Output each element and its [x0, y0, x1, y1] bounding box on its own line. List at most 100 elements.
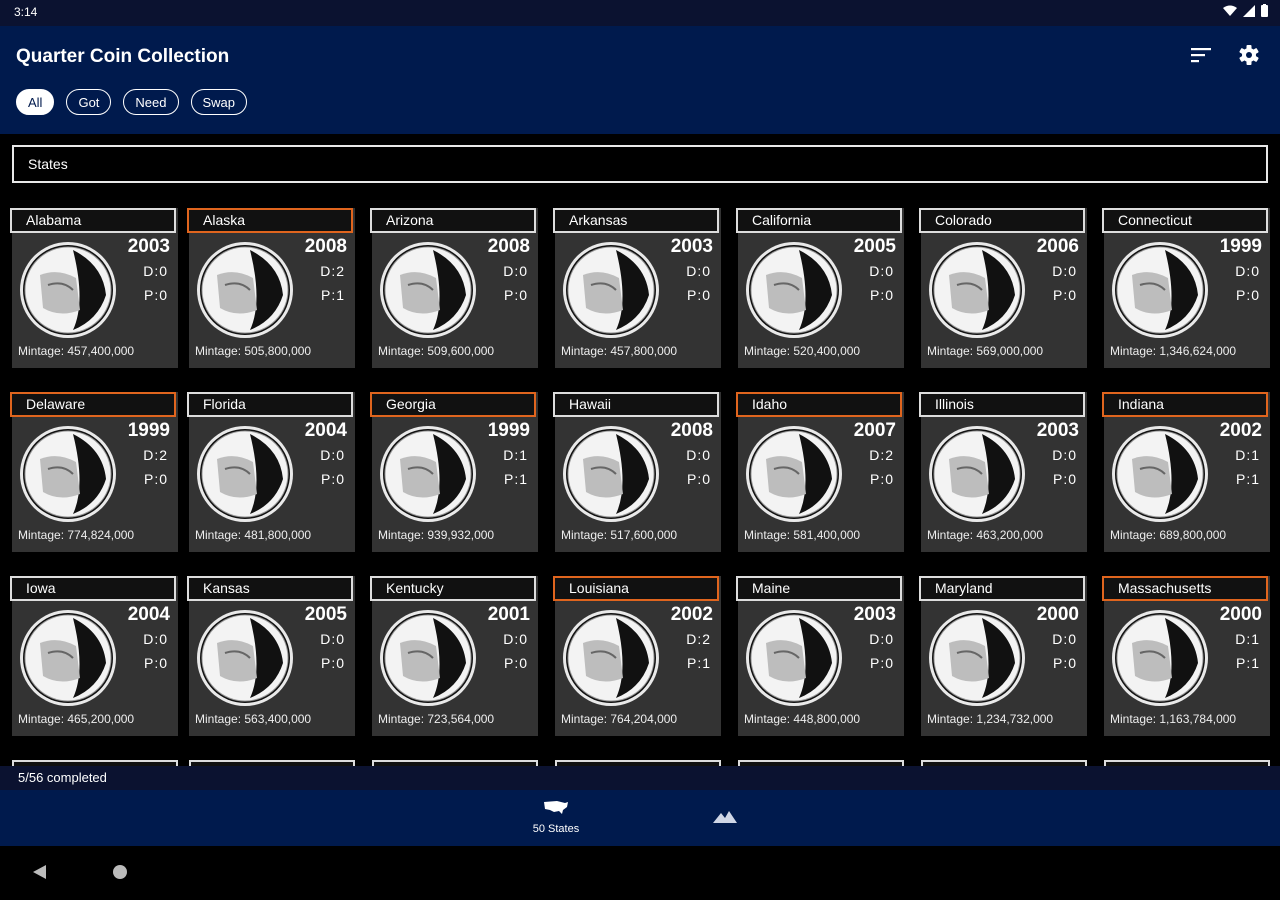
quarter-coin-icon	[1112, 242, 1208, 338]
coin-card[interactable]: California 2005 D:0 P:0 Mintage: 520,400,000	[736, 208, 904, 368]
coin-card[interactable]: Colorado 2006 D:0 P:0 Mintage: 569,000,000	[919, 208, 1087, 368]
signal-icon	[1243, 4, 1255, 17]
coin-card[interactable]: Iowa 2004 D:0 P:0 Mintage: 465,200,000	[10, 576, 178, 736]
mintage-text: Mintage: 1,234,732,000	[927, 712, 1054, 726]
coin-name: Maryland	[919, 576, 1085, 601]
nav-label-50-states: 50 States	[532, 823, 580, 835]
denver-count: D:1	[1235, 447, 1260, 463]
quarter-coin-icon	[563, 242, 659, 338]
coin-card[interactable]: Alabama 2003 D:0 P:0 Mintage: 457,400,000	[10, 208, 178, 368]
filter-chip-swap[interactable]: Swap	[190, 89, 248, 115]
nav-item-mountains[interactable]	[712, 810, 738, 829]
philadelphia-count: P:0	[143, 471, 168, 487]
coin-name: Georgia	[370, 392, 536, 417]
filter-chip-got[interactable]: Got	[66, 89, 112, 115]
coin-card[interactable]: Indiana 2002 D:1 P:1 Mintage: 689,800,000	[1102, 392, 1270, 552]
home-circle-icon[interactable]	[112, 864, 128, 880]
denver-count: D:0	[143, 631, 168, 647]
mintage-text: Mintage: 569,000,000	[927, 344, 1044, 358]
coin-year: 2005	[853, 236, 896, 257]
mintage-text: Mintage: 520,400,000	[744, 344, 861, 358]
filter-chip-need[interactable]: Need	[123, 89, 179, 115]
coin-card[interactable]: Kansas 2005 D:0 P:0 Mintage: 563,400,000	[187, 576, 355, 736]
coin-card[interactable]: Maine 2003 D:0 P:0 Mintage: 448,800,000	[736, 576, 904, 736]
coin-name: Iowa	[10, 576, 176, 601]
filter-chip-all[interactable]: All	[16, 89, 55, 115]
quarter-coin-icon	[20, 242, 116, 338]
coin-name: Arkansas	[553, 208, 719, 233]
coin-year: 2003	[670, 236, 713, 257]
quarter-coin-icon	[929, 242, 1025, 338]
coin-name: Maine	[736, 576, 902, 601]
app-bar: Quarter Coin Collection All Got Need Swa…	[0, 26, 1280, 134]
coin-year: 2004	[127, 604, 170, 625]
quarter-coin-icon	[197, 426, 293, 522]
mintage-text: Mintage: 457,400,000	[18, 344, 135, 358]
coin-name: Florida	[187, 392, 353, 417]
quarter-coin-icon	[20, 610, 116, 706]
quarter-coin-icon	[929, 610, 1025, 706]
philadelphia-count: P:1	[686, 655, 711, 671]
coin-name: Indiana	[1102, 392, 1268, 417]
philadelphia-count: P:0	[686, 471, 711, 487]
quarter-coin-icon	[1112, 610, 1208, 706]
sort-icon[interactable]	[1190, 44, 1212, 66]
coin-year: 2001	[487, 604, 530, 625]
coin-card[interactable]: Alaska 2008 D:2 P:1 Mintage: 505,800,000	[187, 208, 355, 368]
mintage-text: Mintage: 481,800,000	[195, 528, 312, 542]
philadelphia-count: P:0	[503, 287, 528, 303]
section-header[interactable]: States	[12, 145, 1268, 183]
bottom-nav: 50 States	[0, 790, 1280, 846]
coin-card[interactable]: Georgia 1999 D:1 P:1 Mintage: 939,932,000	[370, 392, 538, 552]
coin-card[interactable]: Hawaii 2008 D:0 P:0 Mintage: 517,600,000	[553, 392, 721, 552]
system-icons	[1223, 4, 1268, 17]
coin-card[interactable]: Connecticut 1999 D:0 P:0 Mintage: 1,346,624,…	[1102, 208, 1270, 368]
mintage-text: Mintage: 563,400,000	[195, 712, 312, 726]
coin-card[interactable]: Florida 2004 D:0 P:0 Mintage: 481,800,000	[187, 392, 355, 552]
quarter-coin-icon	[929, 426, 1025, 522]
denver-count: D:2	[320, 263, 345, 279]
coin-card[interactable]: Arkansas 2003 D:0 P:0 Mintage: 457,800,000	[553, 208, 721, 368]
coin-year: 2005	[304, 604, 347, 625]
philadelphia-count: P:0	[1052, 287, 1077, 303]
philadelphia-count: P:0	[1052, 655, 1077, 671]
mintage-text: Mintage: 774,824,000	[18, 528, 135, 542]
coin-name: Louisiana	[553, 576, 719, 601]
philadelphia-count: P:0	[686, 287, 711, 303]
coin-card[interactable]: Arizona 2008 D:0 P:0 Mintage: 509,600,000	[370, 208, 538, 368]
mintage-text: Mintage: 465,200,000	[18, 712, 135, 726]
quarter-coin-icon	[1112, 426, 1208, 522]
philadelphia-count: P:0	[1235, 287, 1260, 303]
quarter-coin-icon	[197, 610, 293, 706]
coin-name: Idaho	[736, 392, 902, 417]
coin-card[interactable]: Louisiana 2002 D:2 P:1 Mintage: 764,204,000	[553, 576, 721, 736]
quarter-coin-icon	[746, 426, 842, 522]
quarter-coin-icon	[746, 242, 842, 338]
mintage-text: Mintage: 509,600,000	[378, 344, 495, 358]
coin-year: 2000	[1036, 604, 1079, 625]
coin-name: Arizona	[370, 208, 536, 233]
mintage-text: Mintage: 581,400,000	[744, 528, 861, 542]
coin-card[interactable]: Illinois 2003 D:0 P:0 Mintage: 463,200,000	[919, 392, 1087, 552]
back-triangle-icon[interactable]	[31, 864, 47, 880]
coin-card[interactable]: Delaware 1999 D:2 P:0 Mintage: 774,824,000	[10, 392, 178, 552]
quarter-coin-icon	[563, 426, 659, 522]
nav-item-50-states[interactable]: 50 States	[520, 800, 592, 835]
coin-name: Kentucky	[370, 576, 536, 601]
quarter-coin-icon	[380, 242, 476, 338]
coin-card[interactable]: Massachusetts 2000 D:1 P:1 Mintage: 1,163,78…	[1102, 576, 1270, 736]
battery-icon	[1261, 4, 1268, 17]
status-time: 3:14	[14, 5, 38, 19]
gear-icon[interactable]	[1238, 44, 1260, 66]
denver-count: D:2	[143, 447, 168, 463]
mountains-icon	[713, 811, 737, 823]
section-label: States	[28, 156, 68, 172]
coin-card[interactable]: Kentucky 2001 D:0 P:0 Mintage: 723,564,000	[370, 576, 538, 736]
coin-card[interactable]: Idaho 2007 D:2 P:0 Mintage: 581,400,000	[736, 392, 904, 552]
coin-name: Alaska	[187, 208, 353, 233]
coin-year: 1999	[1219, 236, 1262, 257]
denver-count: D:0	[503, 631, 528, 647]
coin-card[interactable]: Maryland 2000 D:0 P:0 Mintage: 1,234,732,000	[919, 576, 1087, 736]
denver-count: D:0	[1235, 263, 1260, 279]
philadelphia-count: P:0	[320, 655, 345, 671]
